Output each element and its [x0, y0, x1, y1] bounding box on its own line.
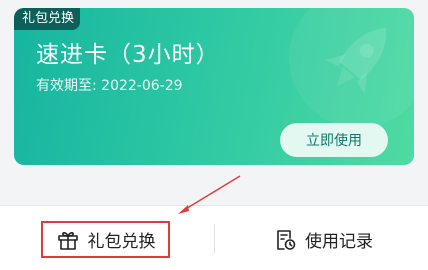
record-history-icon — [273, 228, 297, 252]
bottom-action-bar: 礼包兑换 使用记录 — [0, 205, 428, 270]
usage-record-label: 使用记录 — [305, 232, 373, 252]
voucher-card: 礼包兑换 速进卡（3小时） 有效期至: 2022-06-29 立即使用 — [14, 8, 414, 165]
card-title: 速进卡（3小时） — [36, 42, 220, 68]
gift-icon — [56, 228, 80, 252]
use-now-button[interactable]: 立即使用 — [280, 123, 388, 157]
gift-redeem-label: 礼包兑换 — [87, 232, 156, 252]
bar-divider — [214, 224, 215, 254]
expiry-date: 有效期至: 2022-06-29 — [36, 78, 183, 94]
usage-record-button[interactable]: 使用记录 — [263, 221, 383, 258]
gift-redeem-tag: 礼包兑换 — [14, 8, 81, 30]
gift-redeem-button[interactable]: 礼包兑换 — [41, 221, 170, 258]
